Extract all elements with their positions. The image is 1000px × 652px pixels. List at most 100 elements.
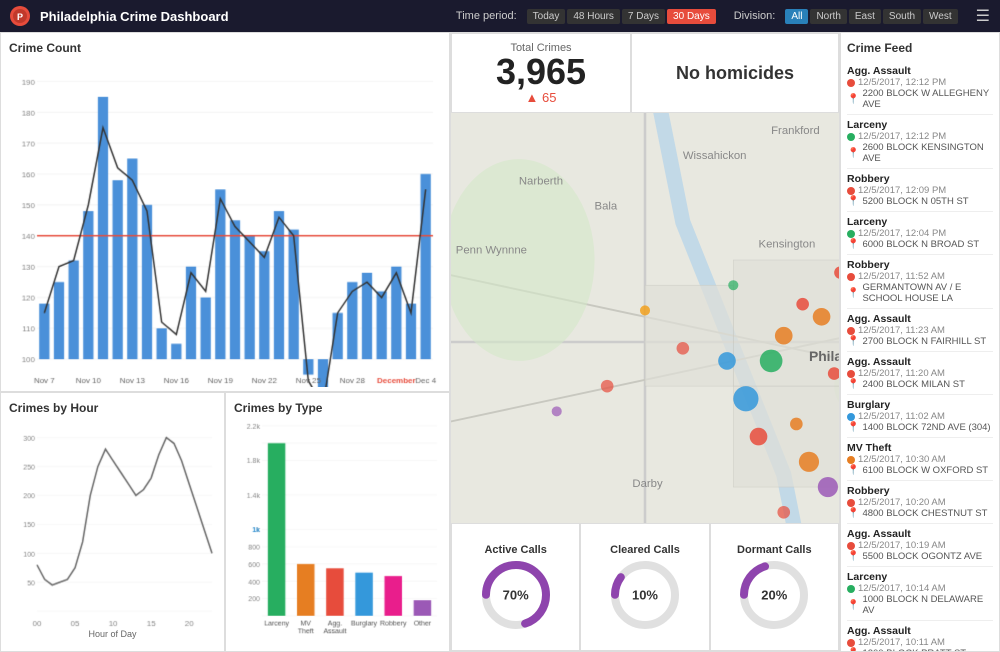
app-logo: P xyxy=(10,6,30,26)
feed-item-type: Agg. Assault xyxy=(847,65,993,77)
feed-item-location: 📍 1200 BLOCK PRATT ST xyxy=(847,648,993,652)
feed-item-type: Robbery xyxy=(847,485,993,497)
feed-item-location: 📍 5200 BLOCK N 05TH ST xyxy=(847,196,993,207)
feed-item-time: 12/5/2017, 12:09 PM xyxy=(847,185,993,196)
feed-item-time: 12/5/2017, 11:23 AM xyxy=(847,325,993,336)
division-label: Division: xyxy=(734,10,776,22)
svg-text:Frankford: Frankford xyxy=(771,125,820,137)
donut-label: 70% xyxy=(503,588,529,603)
call-panel-title: Cleared Calls xyxy=(610,544,680,556)
svg-text:Wissahickon: Wissahickon xyxy=(683,150,747,162)
feed-item-type: Larceny xyxy=(847,119,993,131)
donut-chart: 10% xyxy=(610,560,680,630)
feed-item: Robbery 12/5/2017, 11:52 AM 📍 GERMANTOWN… xyxy=(847,255,993,309)
feed-item-type: Agg. Assault xyxy=(847,313,993,325)
donut-label: 20% xyxy=(761,588,787,603)
crimes-by-hour-chart xyxy=(9,421,216,627)
feed-item: Agg. Assault 12/5/2017, 11:23 AM 📍 2700 … xyxy=(847,309,993,352)
feed-items-container: Agg. Assault 12/5/2017, 12:12 PM 📍 2200 … xyxy=(847,61,993,652)
calls-row: Active Calls 70% Cleared Calls 10% Dorma… xyxy=(451,523,839,651)
feed-item-time: 12/5/2017, 10:20 AM xyxy=(847,497,993,508)
feed-item-time: 12/5/2017, 12:04 PM xyxy=(847,228,993,239)
time-btn-30d[interactable]: 30 Days xyxy=(667,9,716,24)
feed-item-type: MV Theft xyxy=(847,442,993,454)
feed-item-location: 📍 1000 BLOCK N DELAWARE AV xyxy=(847,594,993,616)
feed-item: Burglary 12/5/2017, 11:02 AM 📍 1400 BLOC… xyxy=(847,395,993,438)
time-btn-48h[interactable]: 48 Hours xyxy=(567,9,620,24)
feed-item: Agg. Assault 12/5/2017, 10:11 AM 📍 1200 … xyxy=(847,621,993,652)
crime-feed-panel[interactable]: Crime Feed Agg. Assault 12/5/2017, 12:12… xyxy=(840,32,1000,652)
call-panel: Dormant Calls 20% xyxy=(710,523,839,651)
feed-item-time: 12/5/2017, 10:11 AM xyxy=(847,637,993,648)
crimes-by-hour-title: Crimes by Hour xyxy=(9,401,216,415)
app-title: Philadelphia Crime Dashboard xyxy=(40,9,446,24)
svg-text:Narberth: Narberth xyxy=(519,175,563,187)
feed-item-type: Agg. Assault xyxy=(847,528,993,540)
crimes-by-hour-panel: Crimes by Hour Hour of Day xyxy=(0,392,225,652)
time-period-label: Time period: xyxy=(456,10,517,22)
crimes-by-type-title: Crimes by Type xyxy=(234,401,441,415)
feed-item-type: Larceny xyxy=(847,571,993,583)
div-btn-west[interactable]: West xyxy=(923,9,958,24)
feed-item-time: 12/5/2017, 11:20 AM xyxy=(847,368,993,379)
crime-count-chart xyxy=(9,61,441,387)
feed-item: Larceny 12/5/2017, 10:14 AM 📍 1000 BLOCK… xyxy=(847,567,993,621)
time-btn-today[interactable]: Today xyxy=(527,9,566,24)
call-panel: Cleared Calls 10% xyxy=(580,523,709,651)
feed-item-type: Agg. Assault xyxy=(847,625,993,637)
feed-item: Larceny 12/5/2017, 12:12 PM 📍 2600 BLOCK… xyxy=(847,115,993,169)
feed-item-time: 12/5/2017, 12:12 PM xyxy=(847,131,993,142)
crime-count-title: Crime Count xyxy=(9,41,441,55)
time-period-buttons: Today 48 Hours 7 Days 30 Days xyxy=(527,9,716,24)
feed-item-location: 📍 6100 BLOCK W OXFORD ST xyxy=(847,465,993,476)
feed-item-type: Burglary xyxy=(847,399,993,411)
feed-item: Robbery 12/5/2017, 10:20 AM 📍 4800 BLOCK… xyxy=(847,481,993,524)
feed-item-location: 📍 GERMANTOWN AV / E SCHOOL HOUSE LA xyxy=(847,282,993,304)
main-content: Crime Count Total Crimes 3,965 ▲ 65 No h… xyxy=(0,32,1000,625)
hour-axis-label: Hour of Day xyxy=(9,629,216,639)
call-panel: Active Calls 70% xyxy=(451,523,580,651)
svg-text:Bala: Bala xyxy=(595,201,618,213)
donut-chart: 20% xyxy=(739,560,809,630)
svg-text:P: P xyxy=(17,12,23,22)
svg-text:Philadelphia: Philadelphia xyxy=(809,348,839,364)
div-btn-south[interactable]: South xyxy=(883,9,921,24)
feed-item: MV Theft 12/5/2017, 10:30 AM 📍 6100 BLOC… xyxy=(847,438,993,481)
division-buttons: All North East South West xyxy=(785,9,957,24)
crime-feed-title: Crime Feed xyxy=(847,41,993,55)
time-btn-7d[interactable]: 7 Days xyxy=(622,9,665,24)
feed-item-time: 12/5/2017, 11:02 AM xyxy=(847,411,993,422)
feed-item-location: 📍 2400 BLOCK MILAN ST xyxy=(847,379,993,390)
feed-item: Agg. Assault 12/5/2017, 10:19 AM 📍 5500 … xyxy=(847,524,993,567)
map-panel: Total Crimes 3,965 ▲ 65 No homicides xyxy=(450,32,840,652)
feed-item-location: 📍 4800 BLOCK CHESTNUT ST xyxy=(847,508,993,519)
crime-count-panel: Crime Count xyxy=(0,32,450,392)
feed-item-type: Agg. Assault xyxy=(847,356,993,368)
svg-text:Penn Wynnne: Penn Wynnne xyxy=(456,245,527,257)
header: P Philadelphia Crime Dashboard Time peri… xyxy=(0,0,1000,32)
div-btn-all[interactable]: All xyxy=(785,9,808,24)
feed-item: Agg. Assault 12/5/2017, 12:12 PM 📍 2200 … xyxy=(847,61,993,115)
feed-item-time: 12/5/2017, 11:52 AM xyxy=(847,271,993,282)
svg-text:Darby: Darby xyxy=(632,478,663,490)
feed-item-location: 📍 2200 BLOCK W ALLEGHENY AVE xyxy=(847,88,993,110)
feed-item-type: Robbery xyxy=(847,259,993,271)
feed-item-time: 12/5/2017, 10:14 AM xyxy=(847,583,993,594)
feed-item-type: Robbery xyxy=(847,173,993,185)
feed-item: Agg. Assault 12/5/2017, 11:20 AM 📍 2400 … xyxy=(847,352,993,395)
feed-item-location: 📍 6000 BLOCK N BROAD ST xyxy=(847,239,993,250)
call-panel-title: Dormant Calls xyxy=(737,544,812,556)
div-btn-east[interactable]: East xyxy=(849,9,881,24)
crimes-by-type-chart xyxy=(234,421,441,643)
feed-item-location: 📍 5500 BLOCK OGONTZ AVE xyxy=(847,551,993,562)
svg-text:Kensington: Kensington xyxy=(759,238,816,250)
feed-item-time: 12/5/2017, 10:19 AM xyxy=(847,540,993,551)
feed-item-location: 📍 1400 BLOCK 72ND AVE (304) xyxy=(847,422,993,433)
call-panel-title: Active Calls xyxy=(484,544,546,556)
feed-item-time: 12/5/2017, 10:30 AM xyxy=(847,454,993,465)
feed-item: Robbery 12/5/2017, 12:09 PM 📍 5200 BLOCK… xyxy=(847,169,993,212)
div-btn-north[interactable]: North xyxy=(810,9,846,24)
menu-icon[interactable]: ☰ xyxy=(976,6,990,26)
bottom-left: Crimes by Hour Hour of Day Crimes by Typ… xyxy=(0,392,450,652)
crimes-by-type-panel: Crimes by Type xyxy=(225,392,450,652)
